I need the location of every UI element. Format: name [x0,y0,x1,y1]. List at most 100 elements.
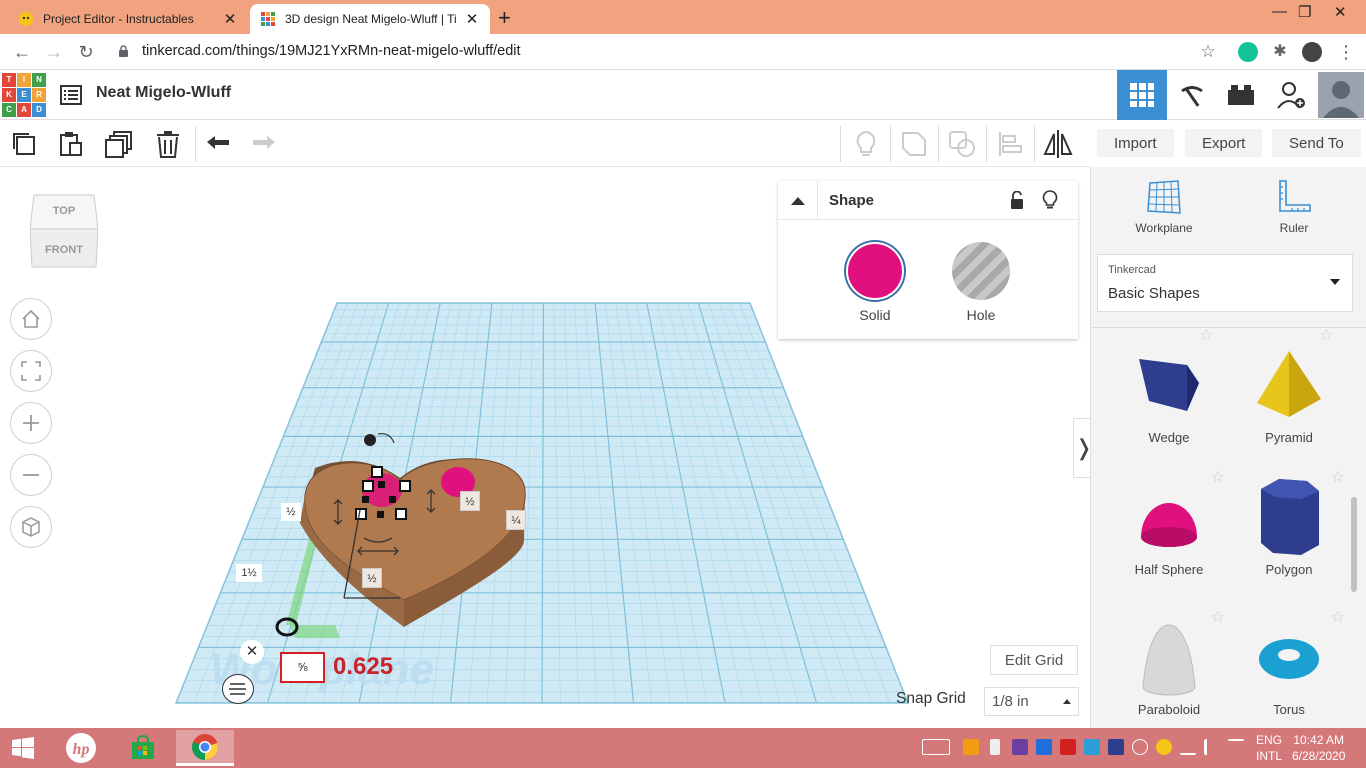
store-app-button[interactable] [126,732,160,764]
invite-user-button[interactable] [1266,70,1316,120]
3d-view-button[interactable] [1117,70,1167,120]
q-app-tray-icon[interactable] [1060,739,1076,755]
forward-arrow-icon[interactable]: → [42,40,66,64]
browser-tab-tinkercad[interactable]: 3D design Neat Migelo-Wluff | Ti ✕ [250,4,490,34]
reload-icon[interactable]: ↻ [74,40,98,64]
profile-avatar-icon[interactable] [1302,42,1322,62]
design-list-icon[interactable] [60,84,82,106]
zoom-in-button[interactable] [10,402,52,444]
home-view-button[interactable] [10,298,52,340]
export-button[interactable]: Export [1185,129,1263,157]
favorite-star-icon[interactable]: ☆ [1211,607,1225,627]
lego-view-button[interactable] [1216,70,1266,120]
sync-tray-icon[interactable] [1084,739,1100,755]
battery-tray-icon[interactable] [990,739,1000,755]
unlock-icon[interactable] [1010,191,1024,209]
copy-button[interactable] [8,128,40,160]
shape-library-panel: Workplane Ruler Tinkercad Basic Shapes ☆… [1090,167,1366,728]
shape-category-dropdown[interactable]: Tinkercad Basic Shapes [1097,254,1353,312]
redo-button[interactable] [248,128,280,160]
restore-button[interactable]: ❐ [1298,3,1311,21]
tray-app-icon[interactable] [963,739,979,755]
hole-swatch[interactable] [952,242,1010,300]
view-cube-front-label[interactable]: FRONT [45,244,83,256]
library-scrollbar[interactable] [1351,497,1357,592]
design-title[interactable]: Neat Migelo-Wluff [96,84,231,102]
shape-polygon[interactable]: ☆ Polygon [1229,467,1349,597]
snap-grid-select[interactable]: 1/8 in [984,687,1079,716]
snowflake-tray-icon[interactable] [1036,739,1052,755]
favorite-star-icon[interactable]: ☆ [1211,467,1225,487]
undo-button[interactable] [202,128,234,160]
solid-color-swatch[interactable] [846,242,904,300]
ruler-tool[interactable]: Ruler [1254,179,1334,235]
minecraft-view-button[interactable] [1167,70,1217,120]
b-app-tray-icon[interactable] [1132,739,1148,755]
workplane-tool[interactable]: Workplane [1124,179,1204,235]
url-input[interactable]: tinkercad.com/things/19MJ21YxRMn-neat-mi… [142,43,521,59]
user-avatar[interactable] [1316,70,1366,120]
collapse-inspector-button[interactable] [778,181,818,220]
grammarly-extension-icon[interactable] [1238,42,1258,62]
group-button[interactable] [898,128,930,160]
chrome-app-button[interactable] [176,730,234,766]
new-tab-button[interactable]: + [498,5,511,31]
shape-wedge[interactable]: Wedge [1109,335,1229,465]
favorite-star-icon[interactable]: ☆ [1331,467,1345,487]
logo-letter: T [2,73,16,87]
lightbulb-icon[interactable] [1042,190,1058,210]
shape-half-sphere[interactable]: ☆ Half Sphere [1109,467,1229,597]
back-arrow-icon[interactable]: ← [10,40,34,64]
ungroup-button[interactable] [946,128,978,160]
browser-tab-instructables[interactable]: Project Editor - Instructables ✕ [8,4,248,34]
window-close-button[interactable]: ✕ [1334,3,1347,21]
tray-app-icon[interactable] [1108,739,1124,755]
wifi-tray-icon[interactable] [1180,739,1196,755]
shape-pyramid[interactable]: Pyramid [1229,335,1349,465]
fit-view-button[interactable] [10,350,52,392]
delete-button[interactable] [152,128,184,160]
shape-paraboloid[interactable]: ☆ Paraboloid [1109,607,1229,737]
mirror-button[interactable] [1042,128,1074,160]
dimension-label[interactable]: ½ [362,568,382,588]
system-clock[interactable]: 10:42 AM 6/28/2020 [1292,732,1345,764]
notes-button[interactable] [850,128,882,160]
view-cube-top-label[interactable]: TOP [53,205,75,217]
browser-menu-icon[interactable]: ⋮ [1334,40,1358,64]
extensions-puzzle-icon[interactable]: ✱ [1268,40,1292,64]
minimize-button[interactable]: — [1272,3,1287,20]
view-cube[interactable]: TOP FRONT [30,191,98,271]
dimension-label[interactable]: ½ [460,491,480,511]
paste-button[interactable] [55,128,87,160]
bookmark-star-icon[interactable]: ☆ [1196,40,1220,64]
perspective-button[interactable] [10,506,52,548]
duplicate-button[interactable] [103,128,135,160]
volume-tray-icon[interactable] [1204,739,1220,755]
keyboard-tray-icon[interactable] [922,739,950,755]
start-button[interactable] [6,732,40,764]
dimension-input[interactable]: ⅝ [280,652,325,683]
align-button[interactable] [994,128,1026,160]
close-dimension-icon[interactable]: ✕ [240,640,264,664]
language-indicator[interactable]: ENG INTL [1256,732,1282,764]
tinkercad-logo[interactable]: T I N K E R C A D [2,73,46,117]
import-button[interactable]: Import [1097,129,1174,157]
hp-app-button[interactable]: hp [64,732,98,764]
zoom-out-button[interactable] [10,454,52,496]
edit-grid-button[interactable]: Edit Grid [990,645,1078,675]
snap-grid-label: Snap Grid [896,690,966,707]
favorite-star-icon[interactable]: ☆ [1331,607,1345,627]
send-to-button[interactable]: Send To [1272,129,1361,157]
flag-tray-icon[interactable] [1228,739,1244,755]
dimension-label[interactable]: 1½ [236,564,262,582]
pickaxe-icon [1181,86,1203,107]
tab-close-icon[interactable]: ✕ [464,10,480,28]
workplane-menu-button[interactable] [222,674,254,704]
sun-tray-icon[interactable] [1156,739,1172,755]
onenote-tray-icon[interactable] [1012,739,1028,755]
tab-close-icon[interactable]: ✕ [222,10,238,28]
logo-letter: N [32,73,46,87]
dimension-label[interactable]: ½ [281,503,301,521]
dimension-label[interactable]: ¼ [506,510,526,530]
shape-torus[interactable]: ☆ Torus [1229,607,1349,737]
